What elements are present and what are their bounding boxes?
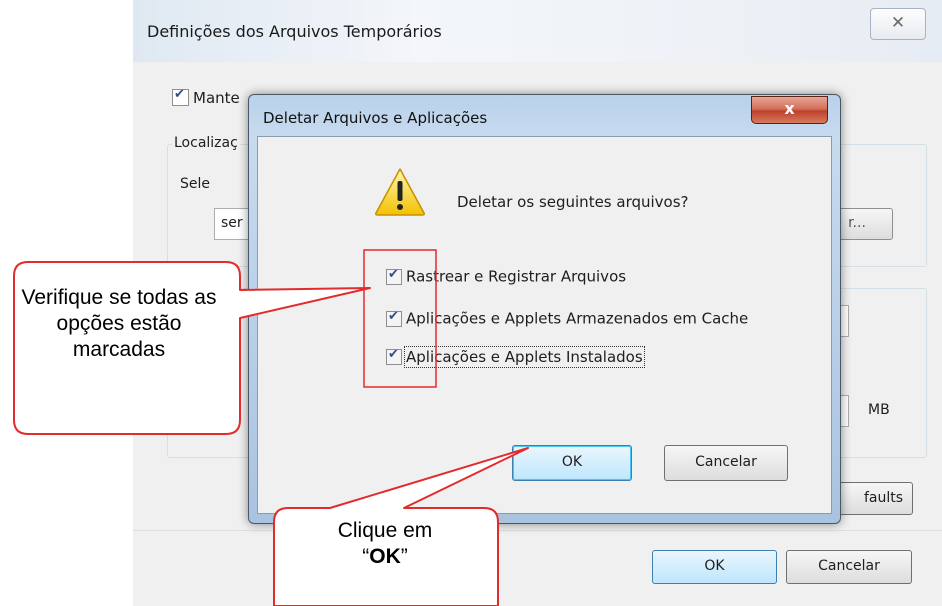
option-label: Rastrear e Registrar Arquivos <box>406 267 627 286</box>
dialog-body: Deletar os seguintes arquivos? Rastrear … <box>257 136 832 514</box>
size-unit-label: MB <box>868 402 890 418</box>
ok-button[interactable]: OK <box>512 445 632 481</box>
title-bar: Definições dos Arquivos Temporários ✕ <box>133 0 942 62</box>
location-group-label: Localizaç <box>172 135 240 151</box>
dialog-title: Definições dos Arquivos Temporários <box>147 22 442 41</box>
option-trace-log-files[interactable]: Rastrear e Registrar Arquivos <box>386 267 626 286</box>
select-location-label: Sele <box>180 176 211 192</box>
option-cached-applications[interactable]: Aplicações e Applets Armazenados em Cach… <box>386 309 748 328</box>
keep-files-label: Mante <box>193 88 240 107</box>
question-text: Deletar os seguintes arquivos? <box>457 193 689 211</box>
cancel-button[interactable]: Cancelar <box>664 445 788 481</box>
checkbox-checked[interactable] <box>386 347 402 365</box>
delete-files-dialog: Deletar Arquivos e Aplicações x Deletar … <box>248 94 841 524</box>
checkbox-checked[interactable] <box>172 87 189 106</box>
callout-prefix: Clique em <box>337 519 433 542</box>
callout-check-options: Verifique se todas as opções estão marca… <box>21 286 217 361</box>
callout-click-ok: Clique em “OK” <box>280 518 490 570</box>
option-label: Aplicações e Applets Armazenados em Cach… <box>406 309 749 328</box>
callout-ok-emphasis: OK <box>369 545 401 568</box>
divider <box>133 530 942 531</box>
callout-quote-close: ” <box>400 545 408 568</box>
cancel-button[interactable]: Cancelar <box>786 550 912 584</box>
ok-button[interactable]: OK <box>652 550 777 584</box>
option-installed-applications[interactable]: Aplicações e Applets Instalados <box>386 345 645 368</box>
warning-icon <box>375 168 425 216</box>
option-label: Aplicações e Applets Instalados <box>404 345 645 368</box>
checkbox-checked[interactable] <box>386 267 402 285</box>
close-button[interactable]: ✕ <box>870 8 926 40</box>
checkbox-checked[interactable] <box>386 309 402 327</box>
close-button[interactable]: x <box>751 96 828 124</box>
dialog-title: Deletar Arquivos e Aplicações <box>263 109 488 127</box>
keep-files-checkbox[interactable]: Mante <box>172 87 240 107</box>
